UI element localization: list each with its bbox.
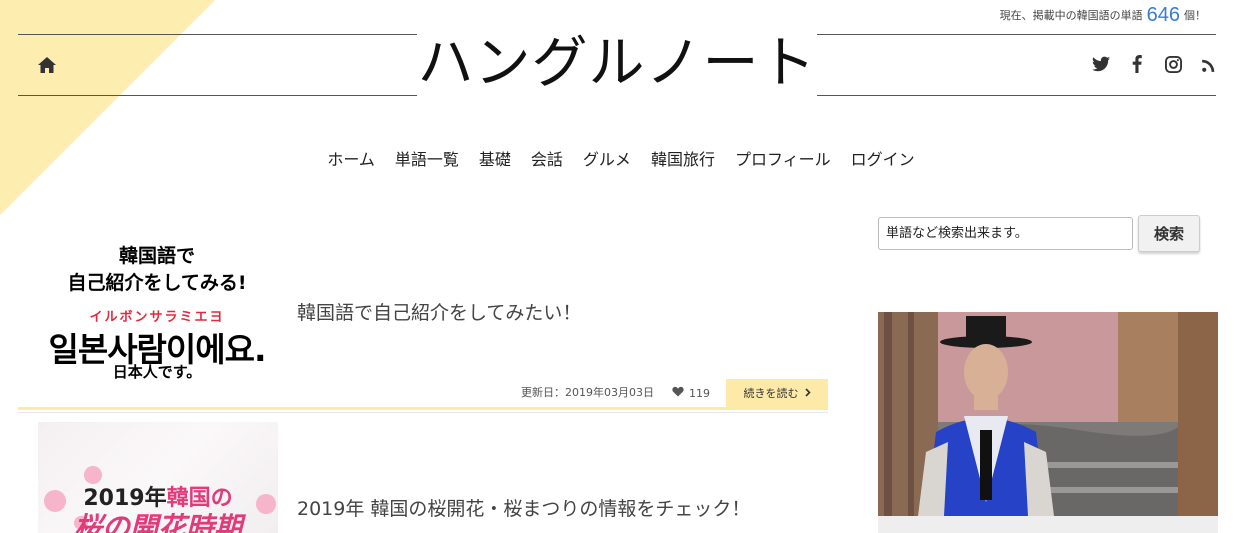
post-thumbnail[interactable]: 2019年韓国の 桜の開花時期 [38, 422, 278, 533]
post-title[interactable]: 韓国語で自己紹介をしてみたい！ [297, 298, 581, 325]
corner-decoration [0, 0, 215, 215]
counter-prefix: 現在、掲載中の韓国語の単語 [999, 9, 1143, 22]
thumb-line: 日本人です。 [112, 363, 202, 381]
thumb-line: 桜の開花時期 [73, 511, 242, 533]
header-rule-top-left [18, 34, 417, 35]
header-rule-top-right [817, 34, 1216, 35]
post-updated-date: 更新日：2019年03月03日 [521, 386, 654, 399]
profile-photo[interactable] [878, 312, 1218, 516]
post-thumbnail[interactable]: 韓国語で 自己紹介をしてみる! イルボンサラミエヨ 일본사람이에요. 日本人です… [37, 232, 277, 392]
nav-item-korea-travel[interactable]: 韓国旅行 [651, 146, 715, 170]
header-rule-bottom-left [18, 95, 417, 96]
word-counter: 現在、掲載中の韓国語の単語 646 個！ [1000, 4, 1206, 27]
thumb-line: 自己紹介をしてみる! [67, 272, 247, 294]
read-more-button[interactable]: 続きを読む [726, 379, 828, 407]
nav-item-login[interactable]: ログイン [851, 146, 915, 170]
nav-item-home[interactable]: ホーム [327, 146, 375, 170]
read-more-label: 続きを読む [743, 387, 799, 400]
facebook-icon[interactable] [1128, 54, 1146, 74]
nav-item-conversation[interactable]: 会話 [531, 146, 563, 170]
post-divider [18, 407, 828, 410]
home-icon[interactable] [37, 56, 57, 74]
nav-item-gourmet[interactable]: グルメ [583, 146, 631, 170]
chevron-right-icon [804, 387, 811, 400]
main-nav: ホーム 単語一覧 基礎 会話 グルメ 韓国旅行 プロフィール ログイン [0, 146, 1242, 170]
counter-value: 646 [1146, 4, 1180, 26]
search-button[interactable]: 検索 [1138, 215, 1200, 252]
twitter-icon[interactable] [1092, 54, 1110, 74]
nav-item-word-list[interactable]: 単語一覧 [395, 146, 459, 170]
post-likes[interactable]: 119 [672, 386, 710, 400]
sidebar-panel [878, 516, 1218, 533]
header-rule-bottom-right [817, 95, 1216, 96]
site-title[interactable]: ハングルノート [417, 28, 817, 100]
rss-icon[interactable] [1200, 54, 1218, 74]
post-title[interactable]: 2019年 韓国の桜開花・桜まつりの情報をチェック！ [297, 494, 750, 521]
thumb-line: 韓国語で [118, 245, 195, 267]
counter-suffix: 個！ [1184, 9, 1206, 22]
heart-icon [672, 386, 684, 400]
social-links [1092, 54, 1218, 74]
nav-item-basics[interactable]: 基礎 [479, 146, 511, 170]
nav-item-profile[interactable]: プロフィール [735, 146, 831, 170]
likes-count: 119 [689, 386, 710, 400]
post-divider-line [18, 412, 828, 413]
instagram-icon[interactable] [1164, 54, 1182, 74]
search-input[interactable]: 単語など検索出来ます。 [878, 217, 1133, 250]
